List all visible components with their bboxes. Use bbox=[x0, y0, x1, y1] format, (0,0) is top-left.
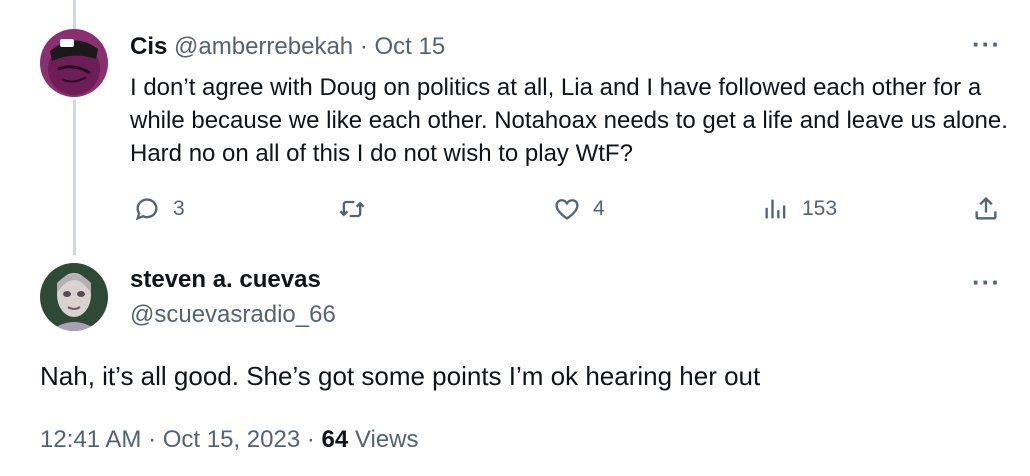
retweet-icon bbox=[339, 200, 365, 218]
views-label: Views bbox=[354, 426, 419, 453]
heart-icon bbox=[555, 199, 579, 220]
avatar[interactable] bbox=[40, 29, 108, 97]
reply-icon bbox=[135, 198, 158, 221]
tweet-metadata: 12:41 AM · Oct 15, 2023 · 64 Views bbox=[40, 425, 419, 455]
share-icon bbox=[975, 196, 997, 220]
reply-count: 3 bbox=[173, 197, 185, 220]
avatar[interactable] bbox=[40, 263, 108, 331]
author-name[interactable]: steven a. cuevas bbox=[130, 265, 321, 295]
tweet-date[interactable]: Oct 15 bbox=[375, 33, 446, 60]
author-handle[interactable]: @scuevasradio_66 bbox=[130, 300, 336, 330]
analytics-icon bbox=[765, 199, 786, 219]
tweet-text: Nah, it’s all good. She’s got some point… bbox=[40, 361, 761, 391]
retweet-button[interactable] bbox=[338, 192, 366, 226]
tweet-header: Cis @amberrebekah · Oct 15 bbox=[130, 32, 445, 62]
tweet-date[interactable]: Oct 15, 2023 bbox=[163, 426, 300, 453]
tweet-time[interactable]: 12:41 AM bbox=[40, 426, 141, 453]
thread-connector-top bbox=[73, 0, 76, 30]
separator-dot: · bbox=[359, 33, 368, 60]
author-name[interactable]: Cis bbox=[130, 33, 167, 60]
tweet-text: I don’t agree with Doug on politics at a… bbox=[130, 74, 1008, 167]
views-count: 64 bbox=[321, 426, 349, 453]
share-button[interactable] bbox=[972, 192, 1000, 226]
like-count: 4 bbox=[593, 197, 605, 220]
author-handle[interactable]: @amberrebekah bbox=[174, 33, 353, 60]
thread-connector bbox=[73, 100, 76, 255]
more-options-icon[interactable]: ··· bbox=[972, 31, 1001, 57]
views-button[interactable]: 153 bbox=[762, 192, 837, 226]
like-button[interactable]: 4 bbox=[553, 192, 605, 226]
separator-dot: · bbox=[148, 426, 157, 453]
avatar-image bbox=[40, 29, 108, 97]
separator-dot: · bbox=[306, 426, 315, 453]
reply-button[interactable]: 3 bbox=[133, 192, 185, 226]
more-options-icon[interactable]: ··· bbox=[972, 269, 1001, 295]
avatar-image bbox=[40, 263, 108, 331]
views-count: 153 bbox=[802, 197, 838, 220]
